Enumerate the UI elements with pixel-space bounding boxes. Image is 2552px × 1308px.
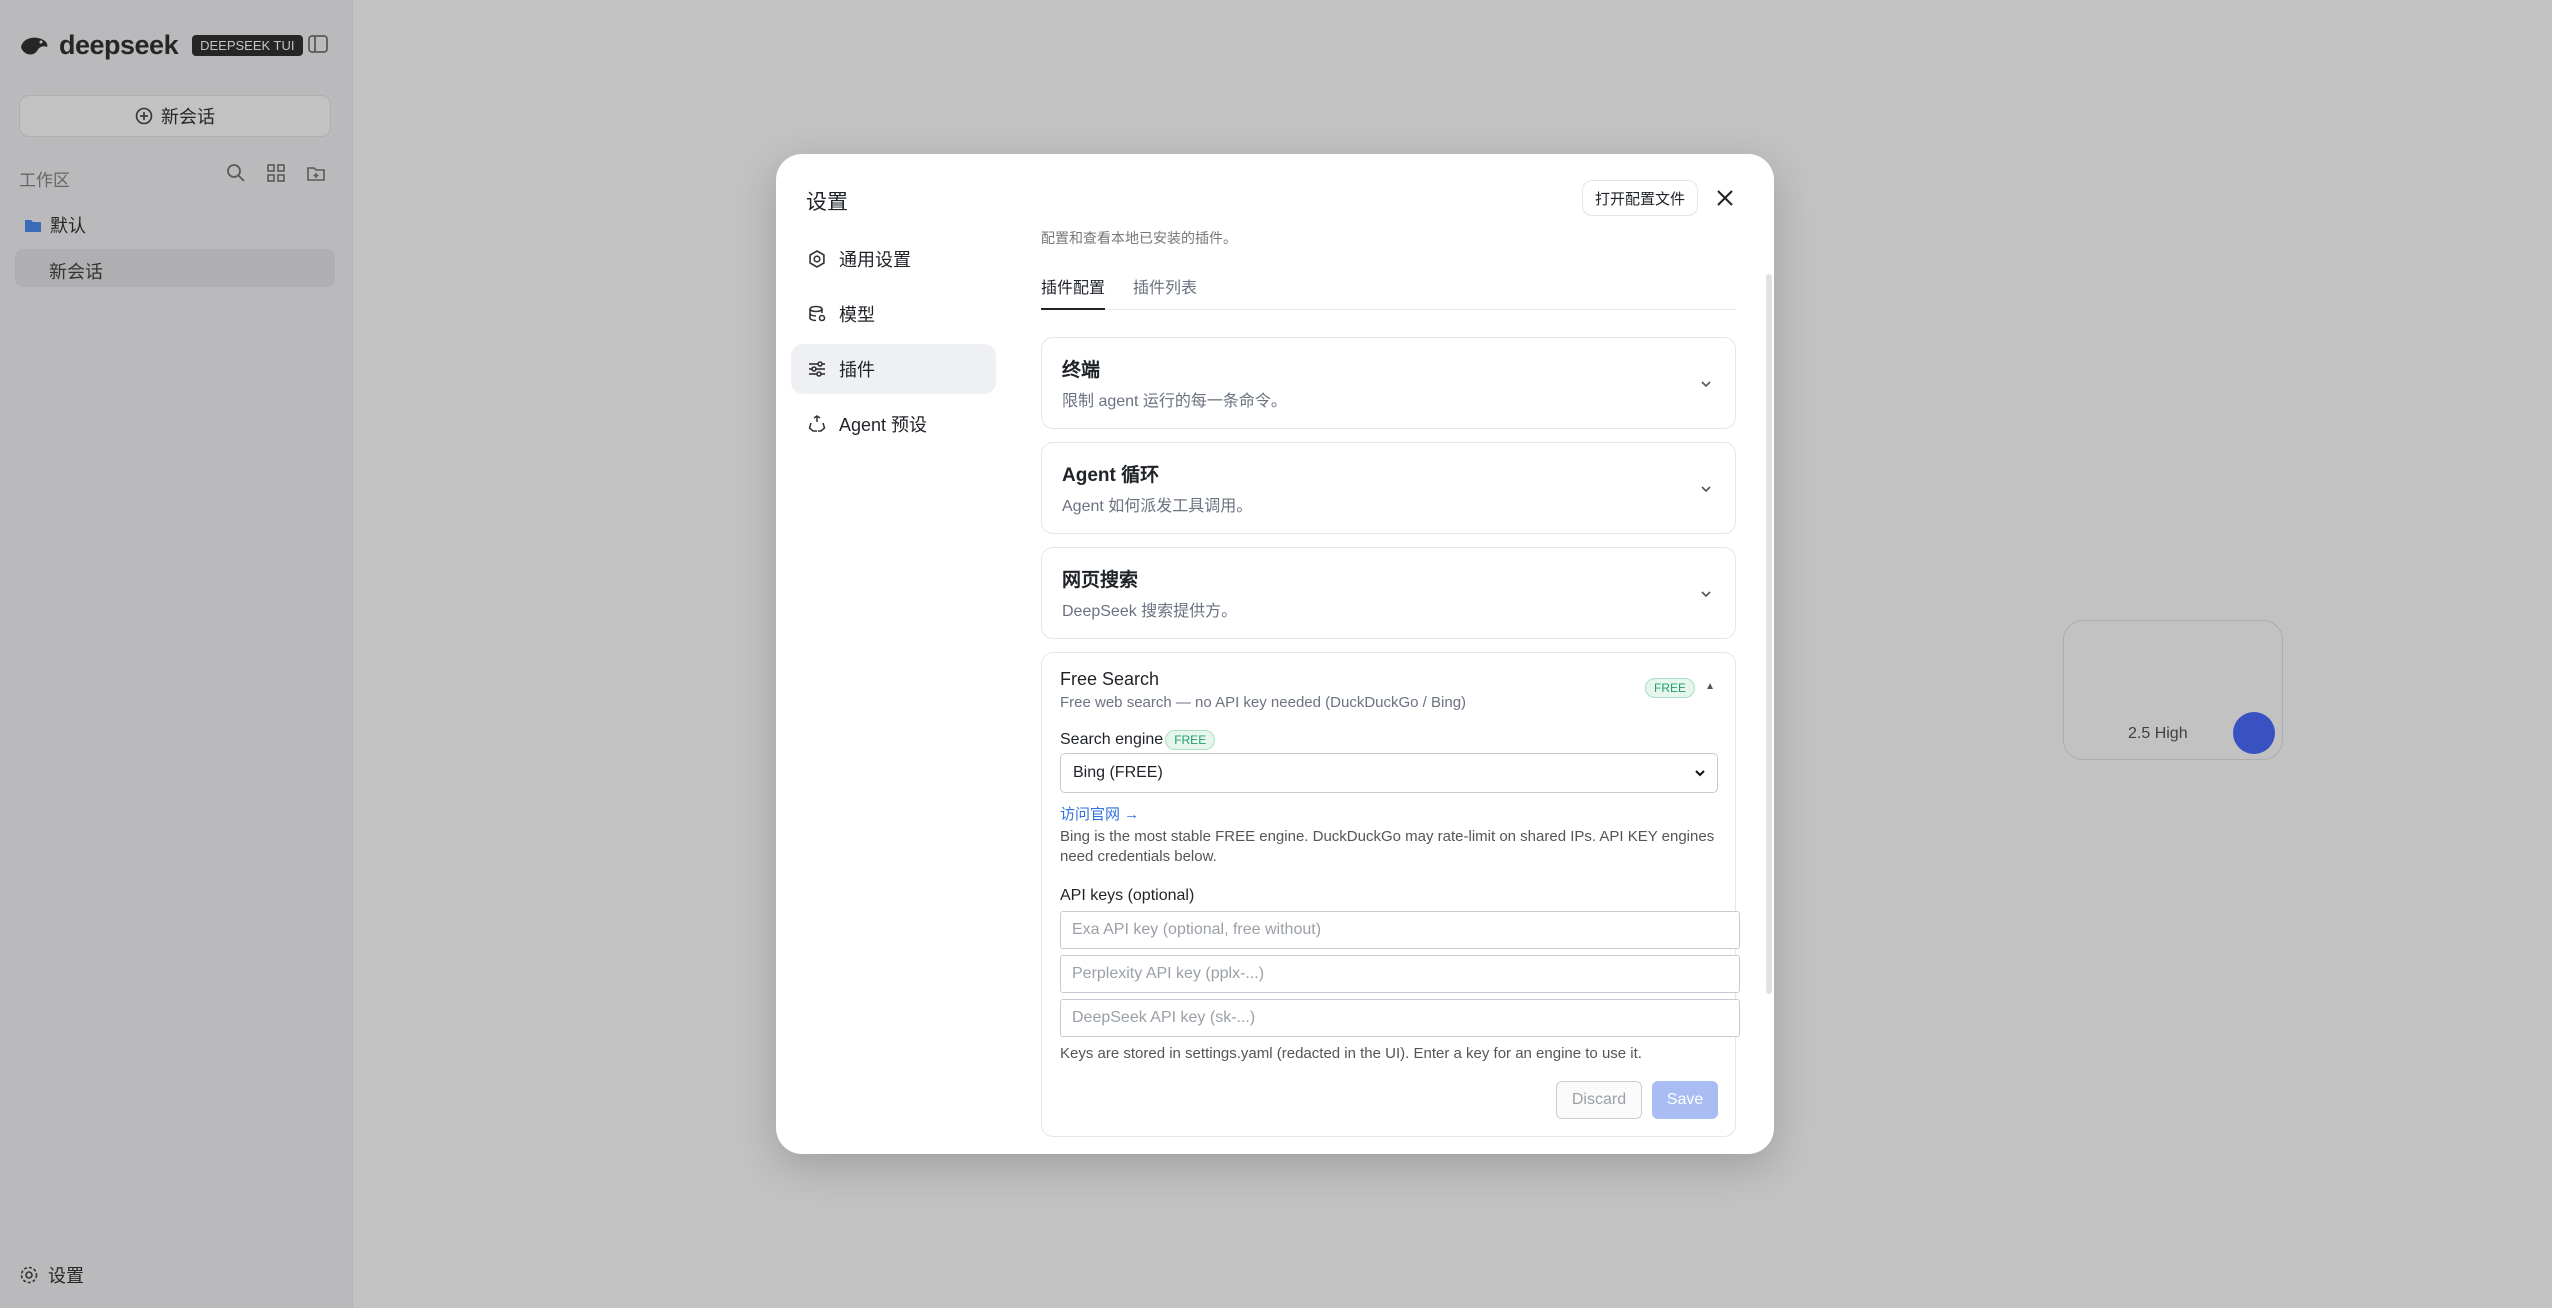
free-search-title: Free Search bbox=[1060, 669, 1160, 689]
visit-website-link[interactable]: 访问官网 → bbox=[1060, 803, 1139, 824]
settings-content: 配置和查看本地已安装的插件。 插件配置 插件列表 终端 限制 agent 运行的… bbox=[1041, 212, 1741, 1154]
sliders-icon bbox=[809, 361, 825, 377]
tab-plugin-list[interactable]: 插件列表 bbox=[1133, 270, 1197, 310]
save-button[interactable]: Save bbox=[1652, 1081, 1718, 1119]
perplexity-api-key-input[interactable]: Perplexity API key (pplx-...) bbox=[1060, 955, 1740, 993]
nav-label: 通用设置 bbox=[839, 250, 911, 270]
settings-dialog: 设置 通用设置 模型 插件 Agent 预设 打开配置文件 配置和查看本地已安装… bbox=[776, 154, 1774, 1154]
gear-icon bbox=[809, 250, 825, 268]
free-search-subtitle: Free web search — no API key needed (Duc… bbox=[1060, 694, 1467, 711]
plugin-tabs: 插件配置 插件列表 bbox=[1041, 270, 1736, 310]
engine-label-text: Search engine bbox=[1060, 731, 1164, 748]
settings-nav: 通用设置 模型 插件 Agent 预设 bbox=[791, 234, 996, 454]
collapse-caret-icon[interactable]: ▲ bbox=[1705, 681, 1715, 692]
close-icon bbox=[1717, 190, 1733, 206]
card-web-search[interactable]: 网页搜索 DeepSeek 搜索提供方。 bbox=[1041, 547, 1736, 639]
chevron-down-icon bbox=[1701, 381, 1711, 388]
card-agent-loop[interactable]: Agent 循环 Agent 如何派发工具调用。 bbox=[1041, 442, 1736, 534]
nav-label: 插件 bbox=[839, 360, 875, 380]
section-description: 配置和查看本地已安装的插件。 bbox=[1041, 230, 1237, 246]
card-subtitle: Agent 如何派发工具调用。 bbox=[1062, 498, 1253, 515]
content-scrollbar[interactable] bbox=[1766, 274, 1772, 994]
card-title: 网页搜索 bbox=[1062, 570, 1139, 591]
nav-item-plugins[interactable]: 插件 bbox=[791, 344, 996, 394]
chevron-down-icon bbox=[1695, 770, 1705, 777]
api-keys-help-text: Keys are stored in settings.yaml (redact… bbox=[1060, 1045, 1642, 1062]
card-subtitle: DeepSeek 搜索提供方。 bbox=[1062, 603, 1238, 620]
card-subtitle: 限制 agent 运行的每一条命令。 bbox=[1062, 393, 1287, 410]
card-title: 终端 bbox=[1062, 360, 1101, 381]
engine-help-text: Bing is the most stable FREE engine. Duc… bbox=[1060, 828, 1715, 865]
api-keys-label: API keys (optional) bbox=[1060, 887, 1195, 904]
free-badge: FREE bbox=[1644, 678, 1695, 698]
exa-api-key-input[interactable]: Exa API key (optional, free without) bbox=[1060, 911, 1740, 949]
card-title: Agent 循环 bbox=[1062, 465, 1160, 486]
dialog-actions: 打开配置文件 bbox=[1581, 180, 1738, 216]
card-terminal[interactable]: 终端 限制 agent 运行的每一条命令。 bbox=[1041, 337, 1736, 429]
nav-item-general[interactable]: 通用设置 bbox=[791, 234, 996, 284]
close-button[interactable] bbox=[1712, 185, 1738, 211]
discard-button[interactable]: Discard bbox=[1556, 1081, 1642, 1119]
card-free-search: Free Search Free web search — no API key… bbox=[1041, 652, 1740, 1137]
nav-label: 模型 bbox=[839, 305, 875, 325]
database-icon bbox=[809, 305, 826, 322]
engine-free-badge: FREE bbox=[1165, 730, 1216, 750]
open-config-button[interactable]: 打开配置文件 bbox=[1581, 180, 1698, 216]
nav-item-model[interactable]: 模型 bbox=[791, 289, 996, 339]
recycle-icon bbox=[808, 415, 826, 432]
chevron-down-icon bbox=[1701, 591, 1711, 598]
dialog-title: 设置 bbox=[806, 191, 848, 214]
nav-label: Agent 预设 bbox=[839, 415, 928, 435]
chevron-down-icon bbox=[1701, 486, 1711, 493]
search-engine-select[interactable]: Bing (FREE) bbox=[1060, 753, 1718, 793]
engine-field-label: Search engine FREE bbox=[1060, 730, 1216, 750]
engine-selected-value: Bing (FREE) bbox=[1073, 764, 1163, 781]
nav-item-agent-presets[interactable]: Agent 预设 bbox=[791, 399, 996, 449]
deepseek-api-key-input[interactable]: DeepSeek API key (sk-...) bbox=[1060, 999, 1740, 1037]
tab-plugin-config[interactable]: 插件配置 bbox=[1041, 270, 1106, 310]
